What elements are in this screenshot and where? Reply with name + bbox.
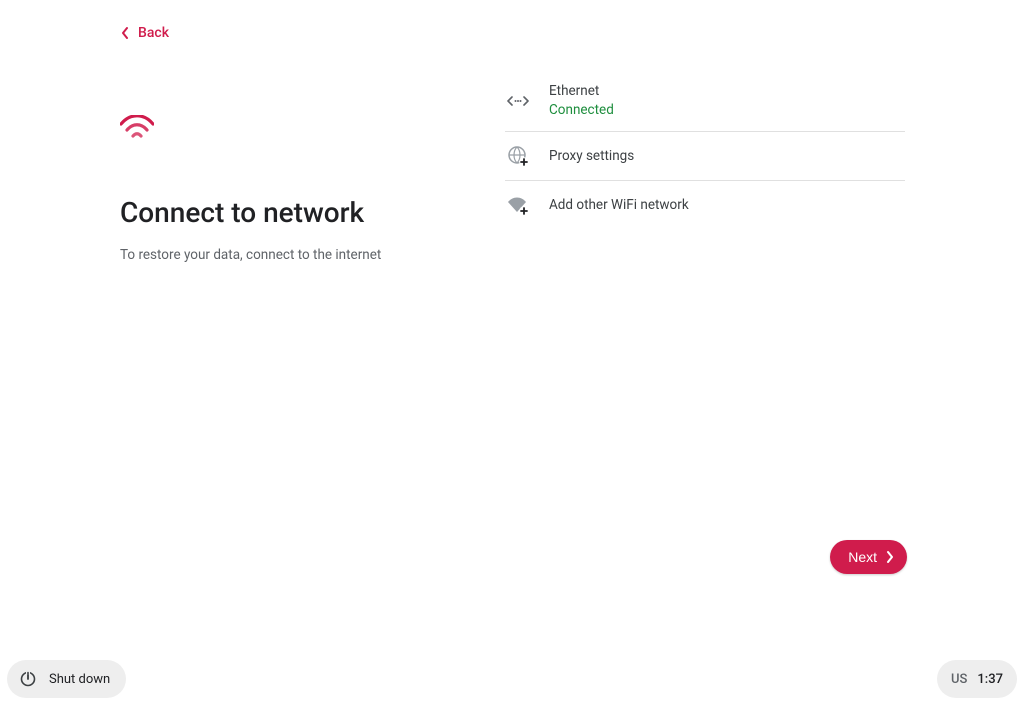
proxy-settings-item[interactable]: Proxy settings: [505, 132, 905, 181]
wifi-plus-icon: [507, 194, 529, 216]
shutdown-button[interactable]: Shut down: [7, 660, 126, 698]
wifi-icon: [120, 115, 470, 141]
keyboard-indicator: US: [951, 672, 967, 687]
chevron-left-icon: [120, 26, 130, 40]
next-label: Next: [848, 549, 877, 565]
back-label: Back: [138, 25, 169, 41]
hero-section: Connect to network To restore your data,…: [120, 115, 470, 263]
back-button[interactable]: Back: [120, 25, 169, 41]
add-wifi-item[interactable]: Add other WiFi network: [505, 181, 905, 229]
globe-plus-icon: [507, 145, 529, 167]
shutdown-label: Shut down: [49, 672, 110, 687]
clock: 1:37: [977, 672, 1003, 687]
page-subtitle: To restore your data, connect to the int…: [120, 247, 470, 263]
network-list: Ethernet Connected Proxy settings Add: [505, 70, 905, 229]
ethernet-icon: [507, 94, 529, 108]
shelf: Shut down US 1:37: [7, 660, 1017, 698]
page-title: Connect to network: [120, 196, 470, 229]
next-button[interactable]: Next: [830, 540, 907, 574]
power-icon: [19, 670, 37, 688]
ethernet-item[interactable]: Ethernet Connected: [505, 70, 905, 132]
chevron-right-icon: [885, 550, 895, 564]
ethernet-status: Connected: [549, 102, 614, 118]
add-wifi-label: Add other WiFi network: [549, 197, 689, 213]
proxy-label: Proxy settings: [549, 148, 634, 164]
ethernet-label: Ethernet: [549, 83, 614, 99]
status-tray[interactable]: US 1:37: [937, 660, 1017, 698]
